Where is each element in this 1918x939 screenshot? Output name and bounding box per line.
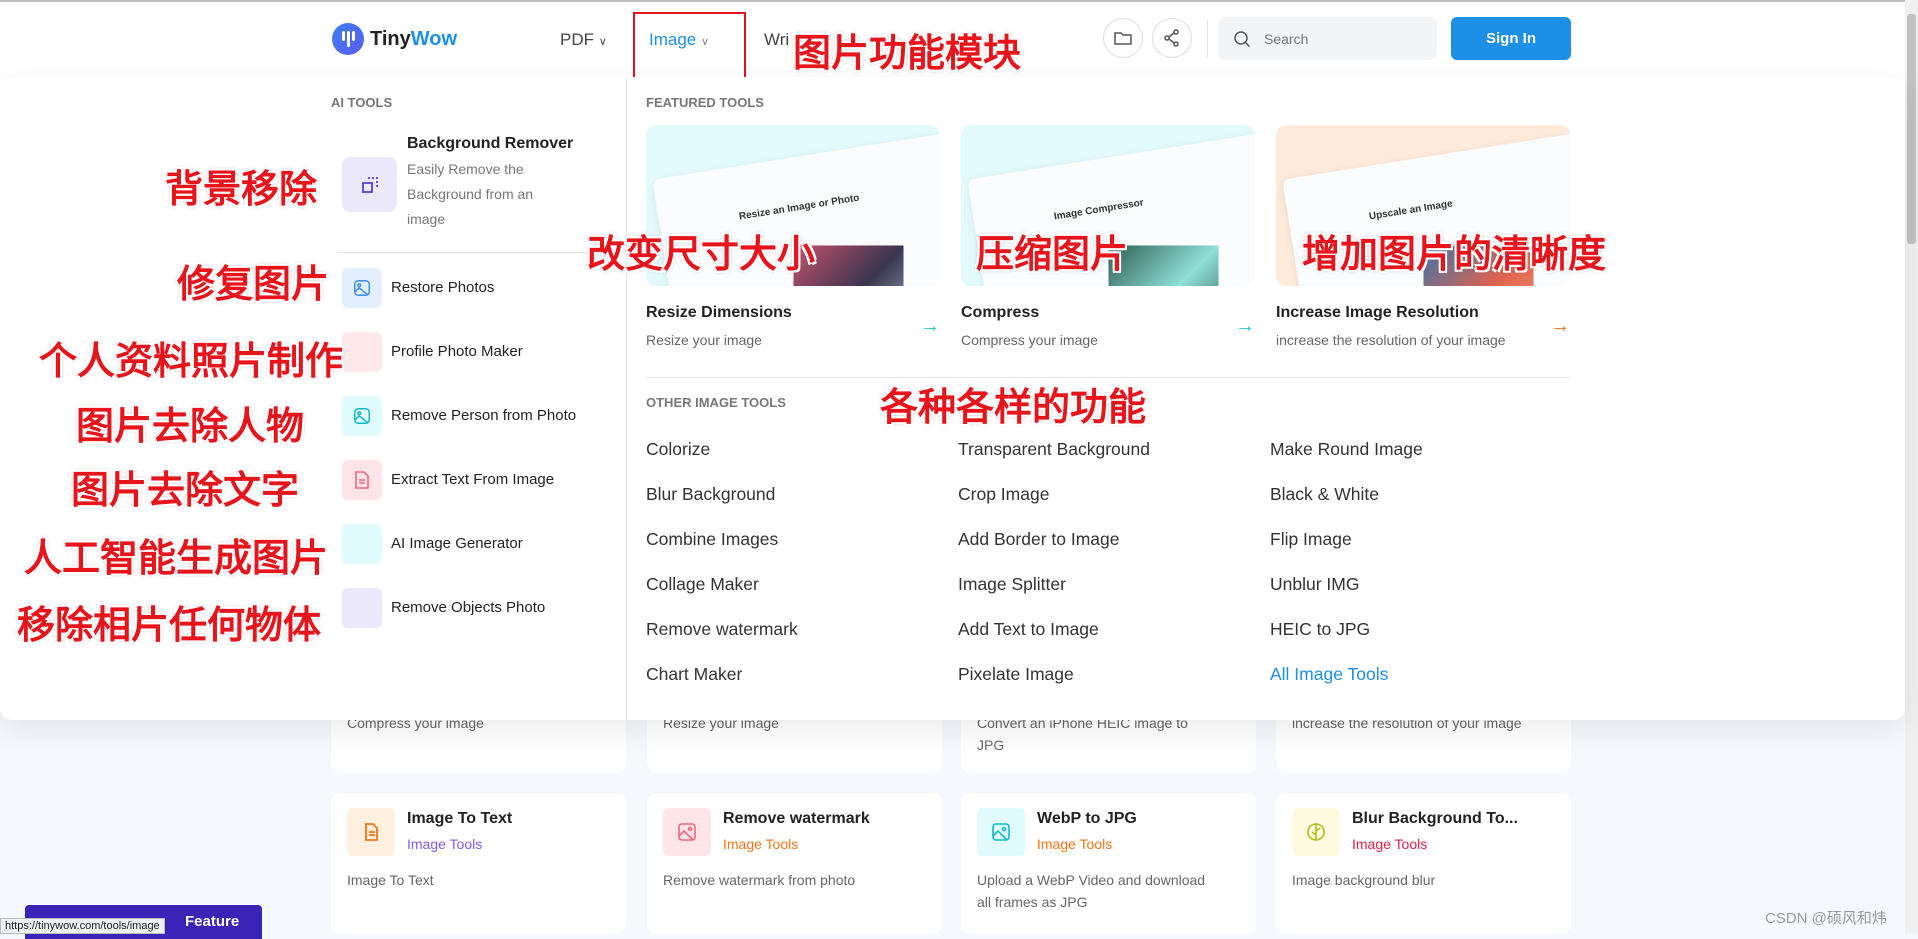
menu-item-background-remover[interactable]: Background Remover Easily Remove the Back… [407, 135, 573, 232]
share-icon [1164, 29, 1179, 47]
menu-item-remove-objects[interactable]: Remove Objects Photo [391, 599, 545, 616]
nav-write[interactable]: Wri [764, 30, 789, 50]
scrollbar-thumb[interactable] [1907, 14, 1916, 244]
sign-in-button[interactable]: Sign In [1451, 17, 1571, 60]
arrow-right-icon[interactable]: → [920, 315, 940, 338]
other-tool-link[interactable]: Crop Image [958, 484, 1049, 505]
logo-icon[interactable] [332, 23, 364, 55]
tool-card-webp-to-jpg[interactable]: WebP to JPG Image Tools Upload a WebP Vi… [961, 793, 1256, 934]
annotation: 移除相片任何物体 [17, 603, 322, 647]
other-tool-link[interactable]: Blur Background [646, 484, 775, 505]
other-tool-link[interactable]: Add Text to Image [958, 619, 1099, 640]
arrow-right-icon[interactable]: → [1235, 315, 1255, 338]
document-icon [342, 460, 382, 500]
folder-button[interactable] [1103, 18, 1143, 58]
annotation: 改变尺寸大小 [587, 232, 816, 276]
image-icon [342, 268, 382, 308]
other-tool-link[interactable]: Add Border to Image [958, 529, 1119, 550]
other-tool-link[interactable]: Combine Images [646, 529, 778, 550]
eraser-icon [342, 588, 382, 628]
menu-item-ai-image-generator[interactable]: AI Image Generator [391, 535, 523, 552]
nav-pdf[interactable]: PDF ∨ [560, 30, 607, 50]
divider [337, 252, 626, 253]
menu-item-extract-text[interactable]: Extract Text From Image [391, 471, 554, 488]
annotation-nav: 图片功能模块 [793, 31, 1022, 75]
search-icon [1234, 30, 1251, 47]
annotation: 图片去除文字 [71, 468, 300, 512]
image-icon [342, 396, 382, 436]
other-tool-link[interactable]: Transparent Background [958, 439, 1150, 460]
column-divider [626, 77, 627, 720]
other-tool-link[interactable]: Pixelate Image [958, 664, 1074, 685]
brand-logo[interactable]: TinyWow [370, 28, 457, 51]
other-tool-link[interactable]: Image Splitter [958, 574, 1066, 595]
annotation: 修复图片 [177, 262, 330, 306]
status-bar-url: https://tinywow.com/tools/image [0, 918, 165, 934]
annotation: 压缩图片 [976, 232, 1129, 276]
annotation: 各种各样的功能 [880, 385, 1147, 429]
tool-card-image-to-text[interactable]: Image To Text Image Tools Image To Text [331, 793, 626, 934]
featured-tools-heading: FEATURED TOOLS [646, 95, 764, 110]
arrow-right-icon[interactable]: → [1550, 315, 1570, 338]
other-tool-link[interactable]: Colorize [646, 439, 710, 460]
document-icon [347, 808, 395, 856]
tool-card-blur-background[interactable]: Blur Background To... Image Tools Image … [1276, 793, 1571, 934]
annotation: 人工智能生成图片 [24, 536, 329, 580]
highlight-box [633, 12, 746, 80]
other-tool-link[interactable]: Chart Maker [646, 664, 742, 685]
menu-item-restore-photos[interactable]: Restore Photos [391, 279, 494, 296]
annotation: 增加图片的清晰度 [1302, 232, 1607, 276]
header-divider [1207, 20, 1208, 58]
menu-item-profile-photo-maker[interactable]: Profile Photo Maker [391, 343, 523, 360]
other-tool-link[interactable]: Flip Image [1270, 529, 1352, 550]
leaf-icon [1292, 808, 1340, 856]
chevron-down-icon: ∨ [598, 36, 607, 48]
ai-tools-heading: AI TOOLS [331, 95, 393, 110]
other-tool-link[interactable]: Collage Maker [646, 574, 759, 595]
tool-card-remove-watermark[interactable]: Remove watermark Image Tools Remove wate… [647, 793, 942, 934]
featured-title[interactable]: Resize Dimensions [646, 304, 792, 322]
watermark: CSDN @硕风和炜 [1765, 910, 1887, 927]
share-button[interactable] [1152, 18, 1192, 58]
image-icon [663, 808, 711, 856]
other-tools-heading: OTHER IMAGE TOOLS [646, 395, 786, 410]
other-tool-link[interactable]: Black & White [1270, 484, 1379, 505]
other-tool-link[interactable]: Unblur IMG [1270, 574, 1359, 595]
folder-icon [1114, 32, 1132, 45]
other-tool-link[interactable]: Make Round Image [1270, 439, 1423, 460]
menu-item-remove-person[interactable]: Remove Person from Photo [391, 407, 576, 424]
other-tool-link[interactable]: HEIC to JPG [1270, 619, 1370, 640]
featured-title[interactable]: Increase Image Resolution [1276, 304, 1479, 322]
search-input[interactable]: Search [1218, 17, 1437, 60]
background-remover-icon [342, 157, 397, 212]
annotation: 图片去除人物 [76, 404, 305, 448]
user-icon [342, 332, 382, 372]
featured-title[interactable]: Compress [961, 304, 1039, 322]
annotation: 背景移除 [165, 167, 318, 211]
sparkle-icon [342, 524, 382, 564]
other-tool-link[interactable]: All Image Tools [1270, 664, 1388, 685]
image-icon [977, 808, 1025, 856]
annotation: 个人资料照片制作 [39, 339, 344, 383]
other-tool-link[interactable]: Remove watermark [646, 619, 798, 640]
